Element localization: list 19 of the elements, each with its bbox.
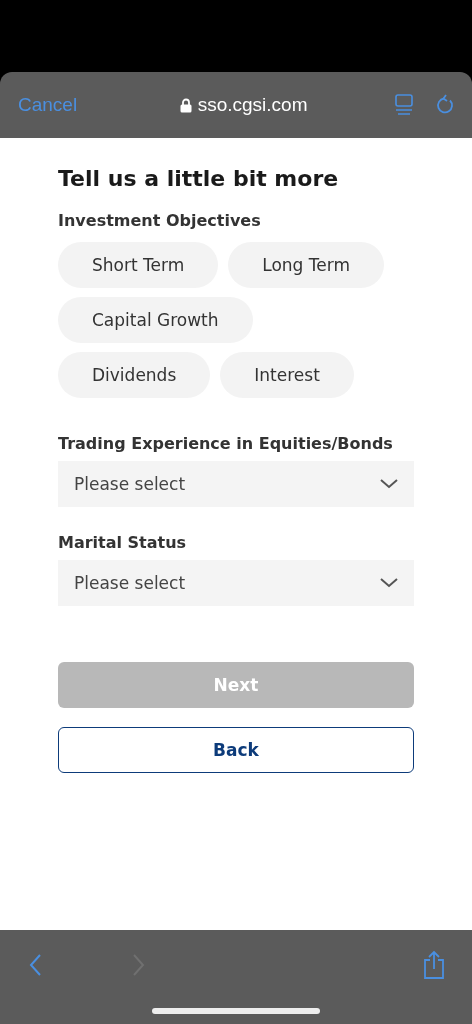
lock-icon	[179, 97, 192, 113]
back-button[interactable]: Back	[58, 727, 414, 773]
field-label: Investment Objectives	[58, 211, 262, 230]
objective-chip[interactable]: Short Term	[58, 242, 219, 288]
chevron-down-icon	[380, 578, 398, 588]
share-icon[interactable]	[422, 950, 446, 980]
reload-icon[interactable]	[436, 94, 456, 116]
field-label: Trading Experience in Equities/Bonds	[58, 434, 394, 453]
chevron-down-icon	[380, 479, 398, 489]
field-label: Marital Status	[58, 533, 188, 552]
page-title: Tell us a little bit more	[58, 166, 340, 191]
select-field[interactable]: Please select	[58, 461, 414, 507]
url-text: sso.cgsi.com	[197, 94, 308, 116]
objective-chip[interactable]: Interest	[220, 352, 354, 398]
objective-chip[interactable]: Dividends	[58, 352, 211, 398]
select-field[interactable]: Please select	[58, 560, 414, 606]
objective-chip[interactable]: Long Term	[228, 242, 384, 288]
reader-icon[interactable]	[394, 94, 414, 116]
objective-chip[interactable]: Capital Growth	[58, 297, 253, 343]
